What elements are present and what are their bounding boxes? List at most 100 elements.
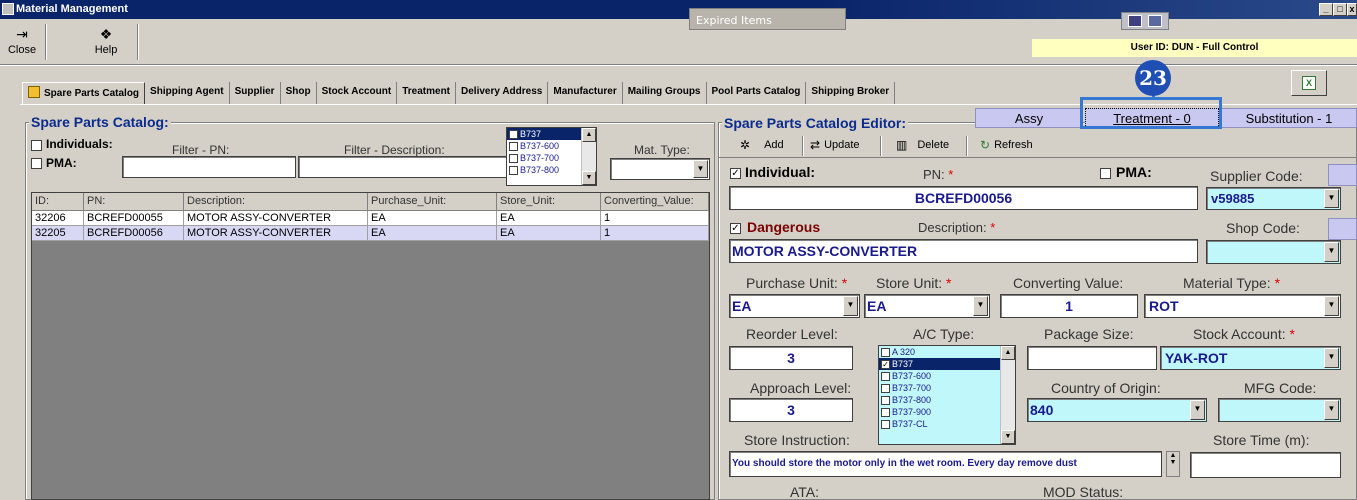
- filter-description-input[interactable]: [298, 156, 508, 178]
- delete-button[interactable]: ▥ Delete: [896, 138, 949, 152]
- tab-assy[interactable]: Assy: [975, 108, 1083, 128]
- scroll-down-arrow[interactable]: ▼: [1001, 430, 1015, 444]
- chevron-down-icon[interactable]: ▼: [1324, 189, 1339, 208]
- pn-input[interactable]: BCREFD00056: [729, 186, 1198, 210]
- list-checkbox[interactable]: [881, 347, 890, 357]
- individuals-checkbox[interactable]: [31, 140, 42, 151]
- list-checkbox[interactable]: [881, 371, 890, 381]
- tab-treatment[interactable]: Treatment: [397, 82, 457, 104]
- tab-pool-parts-catalog[interactable]: Pool Parts Catalog: [707, 82, 807, 104]
- column-header[interactable]: Converting_Value:: [601, 193, 709, 211]
- dangerous-checkbox[interactable]: ✓: [730, 223, 741, 234]
- individuals-label: Individuals:: [46, 137, 113, 151]
- chevron-down-icon[interactable]: ▼: [973, 296, 988, 316]
- list-checkbox[interactable]: [881, 383, 890, 393]
- list-item[interactable]: ✓ B737: [879, 358, 1015, 370]
- mfg-code-select[interactable]: ▼: [1218, 398, 1341, 422]
- material-type-label-text: Material Type:: [1183, 275, 1271, 291]
- list-item[interactable]: B737-700: [879, 382, 1015, 394]
- country-of-origin-select[interactable]: 840 ▼: [1027, 398, 1207, 422]
- table-row[interactable]: 32206 BCREFD00055 MOTOR ASSY-CONVERTER E…: [32, 211, 709, 226]
- chevron-down-icon[interactable]: ▼: [1324, 296, 1339, 316]
- monitor-icon[interactable]: [1128, 15, 1142, 27]
- list-checkbox[interactable]: ✓: [881, 359, 890, 369]
- column-header[interactable]: Store_Unit:: [497, 193, 601, 211]
- mat-type-select[interactable]: ▼: [610, 158, 710, 180]
- shop-code-select[interactable]: ▼: [1206, 240, 1341, 264]
- scroll-down-arrow[interactable]: ▼: [582, 171, 596, 185]
- column-header[interactable]: ID:: [32, 193, 84, 211]
- store-instruction-input[interactable]: You should store the motor only in the w…: [729, 451, 1162, 477]
- filter-ac-type-list[interactable]: B737 B737-600 B737-700 B737-800 ▲ ▼: [506, 127, 597, 186]
- store-instruction-scroll[interactable]: ▲ ▼: [1166, 451, 1180, 477]
- table-row[interactable]: 32205 BCREFD00056 MOTOR ASSY-CONVERTER E…: [32, 226, 709, 241]
- ac-type-label: A/C Type:: [913, 326, 975, 342]
- tab-shipping-agent[interactable]: Shipping Agent: [145, 82, 230, 104]
- add-button[interactable]: ✲ Add: [740, 138, 784, 152]
- scroll-up-arrow[interactable]: ▲: [582, 128, 596, 142]
- maximize-button[interactable]: □: [1333, 3, 1347, 16]
- shop-lookup-button[interactable]: [1328, 218, 1357, 240]
- pma-editor-checkbox[interactable]: [1100, 168, 1111, 179]
- list-checkbox[interactable]: [881, 407, 890, 417]
- material-type-select[interactable]: ROT ▼: [1144, 294, 1341, 318]
- tab-manufacturer[interactable]: Manufacturer: [548, 82, 623, 104]
- scroll-up-arrow[interactable]: ▲: [1001, 346, 1015, 360]
- supplier-code-select[interactable]: v59885 ▼: [1206, 187, 1341, 210]
- tab-shipping-broker[interactable]: Shipping Broker: [806, 82, 896, 104]
- refresh-button[interactable]: ↻ Refresh: [980, 138, 1033, 152]
- chart-icon[interactable]: [1148, 15, 1162, 27]
- tab-spare-parts-catalog[interactable]: Spare Parts Catalog: [22, 82, 146, 104]
- list-checkbox[interactable]: [509, 141, 518, 151]
- list-checkbox[interactable]: [509, 153, 518, 163]
- chevron-down-icon[interactable]: ▼: [693, 160, 708, 178]
- tab-substitution-count[interactable]: Substitution - 1: [1221, 108, 1357, 128]
- list-checkbox[interactable]: [881, 419, 890, 429]
- package-size-input[interactable]: [1027, 346, 1157, 370]
- tab-shop[interactable]: Shop: [281, 82, 317, 104]
- list-item[interactable]: A 320: [879, 346, 1015, 358]
- supplier-lookup-button[interactable]: [1328, 164, 1357, 186]
- column-header[interactable]: Purchase_Unit:: [368, 193, 497, 211]
- column-header[interactable]: PN:: [84, 193, 184, 211]
- minimize-button[interactable]: _: [1319, 3, 1333, 16]
- ac-list-scrollbar[interactable]: ▲ ▼: [1000, 346, 1015, 444]
- export-excel-button[interactable]: X: [1291, 70, 1327, 96]
- pma-checkbox[interactable]: [31, 158, 42, 169]
- tab-supplier[interactable]: Supplier: [230, 82, 281, 104]
- list-item[interactable]: B737-900: [879, 406, 1015, 418]
- chevron-down-icon[interactable]: ▼: [1324, 348, 1339, 368]
- ac-type-list[interactable]: A 320 ✓ B737 B737-600 B737-700 B737-800 B…: [878, 345, 1016, 445]
- tab-mailing-groups[interactable]: Mailing Groups: [623, 82, 707, 104]
- individual-checkbox[interactable]: ✓: [730, 168, 741, 179]
- list-checkbox[interactable]: [881, 395, 890, 405]
- list-scrollbar[interactable]: ▲ ▼: [581, 128, 596, 185]
- filter-pn-input[interactable]: [122, 156, 296, 178]
- store-unit-select[interactable]: EA ▼: [864, 294, 990, 318]
- expired-items-button[interactable]: Expired Items: [689, 8, 846, 30]
- list-item[interactable]: B737-800: [879, 394, 1015, 406]
- chevron-down-icon[interactable]: ▼: [1324, 400, 1339, 420]
- update-label: Update: [824, 139, 860, 151]
- list-checkbox[interactable]: [509, 129, 518, 139]
- store-time-input[interactable]: [1190, 452, 1341, 478]
- approach-level-input[interactable]: 3: [729, 398, 853, 422]
- help-button[interactable]: ❖ Help: [86, 20, 126, 64]
- list-item[interactable]: B737-CL: [879, 418, 1015, 430]
- purchase-unit-select[interactable]: EA ▼: [729, 294, 860, 318]
- close-window-button[interactable]: x: [1347, 3, 1357, 16]
- list-checkbox[interactable]: [509, 165, 518, 175]
- tab-delivery-address[interactable]: Delivery Address: [456, 82, 549, 104]
- column-header[interactable]: Description:: [184, 193, 368, 211]
- converting-value-input[interactable]: 1: [1000, 294, 1138, 318]
- chevron-down-icon[interactable]: ▼: [1190, 400, 1205, 420]
- chevron-down-icon[interactable]: ▼: [1324, 242, 1339, 262]
- stock-account-select[interactable]: YAK-ROT ▼: [1160, 346, 1341, 370]
- close-button[interactable]: ⇥ Close: [2, 20, 42, 64]
- tab-stock-account[interactable]: Stock Account: [317, 82, 398, 104]
- description-input[interactable]: MOTOR ASSY-CONVERTER: [729, 239, 1198, 263]
- reorder-level-input[interactable]: 3: [729, 346, 853, 370]
- update-button[interactable]: ⇄ Update: [810, 138, 860, 152]
- list-item[interactable]: B737-600: [879, 370, 1015, 382]
- chevron-down-icon[interactable]: ▼: [843, 296, 858, 316]
